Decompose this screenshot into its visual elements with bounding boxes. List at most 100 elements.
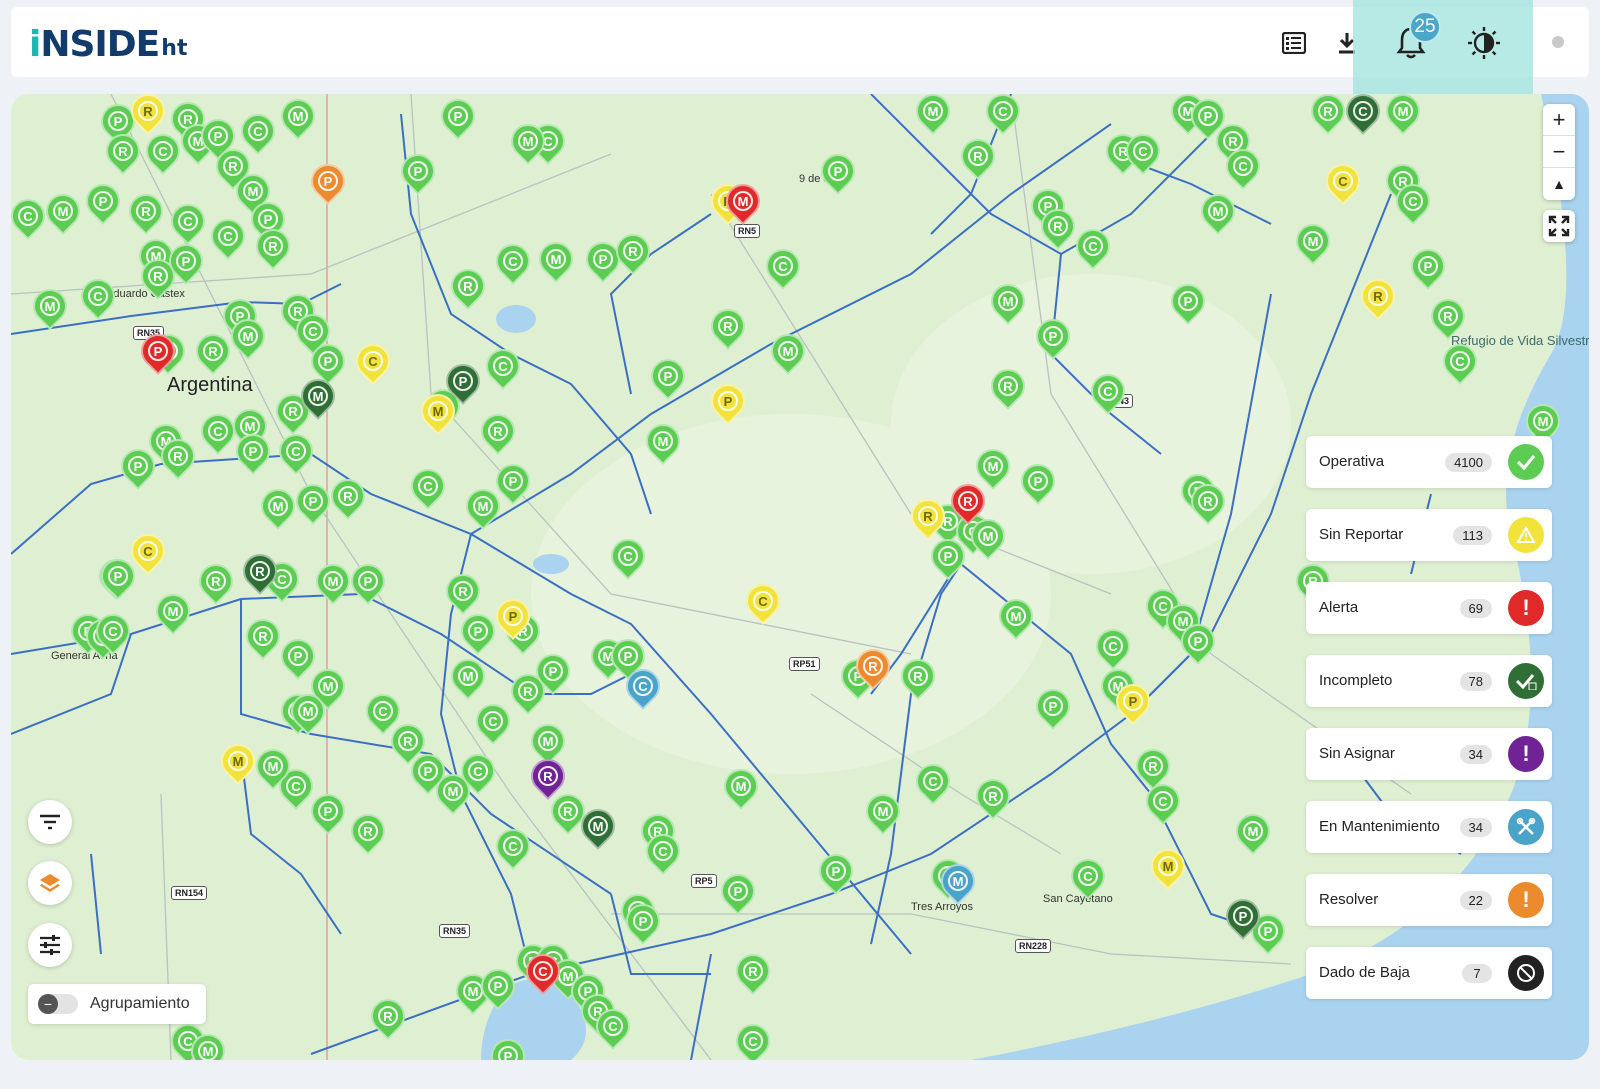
table-view-button[interactable]: [1274, 23, 1314, 63]
map-marker-operativa[interactable]: C: [638, 826, 688, 878]
map-marker-sin-reportar[interactable]: P: [703, 376, 753, 428]
map-marker-operativa[interactable]: C: [1218, 141, 1268, 193]
map-marker-operativa[interactable]: M: [983, 276, 1033, 328]
zoom-in-button[interactable]: +: [1543, 104, 1575, 136]
map-marker-operativa[interactable]: C: [88, 606, 138, 658]
map-marker-operativa[interactable]: M: [458, 481, 508, 533]
map-marker-operativa[interactable]: R: [188, 326, 238, 378]
map-marker-operativa[interactable]: M: [273, 94, 323, 143]
map-marker-operativa[interactable]: M: [531, 234, 581, 286]
map-marker-mantenimiento[interactable]: M: [933, 856, 983, 908]
zoom-out-button[interactable]: −: [1543, 136, 1575, 168]
layers-button[interactable]: [28, 861, 72, 905]
map-marker-operativa[interactable]: C: [1068, 221, 1118, 273]
map-marker-operativa[interactable]: P: [923, 531, 973, 583]
map-marker-operativa[interactable]: P: [1013, 456, 1063, 508]
map-marker-operativa[interactable]: M: [1228, 806, 1278, 858]
map-marker-operativa[interactable]: M: [308, 556, 358, 608]
map-marker-operativa[interactable]: P: [811, 846, 861, 898]
map-marker-sin-reportar[interactable]: C: [738, 576, 788, 628]
map-marker-operativa[interactable]: M: [1378, 94, 1428, 138]
map-marker-operativa[interactable]: P: [228, 426, 278, 478]
map-marker-operativa[interactable]: P: [433, 94, 483, 143]
legend-item-dado-de-baja[interactable]: Dado de Baja 7: [1306, 947, 1552, 999]
map-marker-operativa[interactable]: R: [343, 806, 393, 858]
map-marker-operativa[interactable]: R: [1303, 94, 1353, 138]
map-marker-operativa[interactable]: M: [858, 786, 908, 838]
map-marker-incompleto[interactable]: R: [235, 546, 285, 598]
map-marker-alerta[interactable]: P: [133, 326, 183, 378]
map-marker-sin-reportar[interactable]: P: [488, 591, 538, 643]
map-marker-operativa[interactable]: C: [73, 271, 123, 323]
map-marker-operativa[interactable]: R: [121, 186, 171, 238]
map-marker-operativa[interactable]: M: [443, 651, 493, 703]
map-marker-operativa[interactable]: P: [618, 896, 668, 948]
map-marker-sin-reportar[interactable]: R: [123, 94, 173, 138]
map-marker-operativa[interactable]: M: [1193, 186, 1243, 238]
map-marker-operativa[interactable]: R: [703, 301, 753, 353]
map-marker-operativa[interactable]: C: [1083, 366, 1133, 418]
map-marker-operativa[interactable]: M: [248, 741, 298, 793]
map-marker-operativa[interactable]: P: [1028, 681, 1078, 733]
map-marker-operativa[interactable]: C: [728, 1016, 778, 1060]
map-marker-sin-reportar[interactable]: M: [1143, 841, 1193, 893]
map-marker-operativa[interactable]: P: [288, 476, 338, 528]
map-marker-sin-reportar[interactable]: M: [213, 736, 263, 788]
map-marker-operativa[interactable]: C: [488, 821, 538, 873]
map-marker-mantenimiento[interactable]: C: [618, 661, 668, 713]
map-marker-operativa[interactable]: P: [453, 606, 503, 658]
map-marker-operativa[interactable]: R: [728, 946, 778, 998]
map-marker-incompleto[interactable]: M: [573, 801, 623, 853]
map-marker-operativa[interactable]: C: [11, 191, 53, 243]
map-marker-operativa[interactable]: P: [813, 146, 863, 198]
map-marker-operativa[interactable]: P: [78, 176, 128, 228]
map-marker-sin-reportar[interactable]: R: [1353, 271, 1403, 323]
map-marker-operativa[interactable]: C: [1138, 776, 1188, 828]
map-marker-incompleto[interactable]: C: [1338, 94, 1388, 138]
map-marker-operativa[interactable]: C: [1435, 336, 1485, 388]
map-marker-operativa[interactable]: C: [758, 241, 808, 293]
map-marker-alerta[interactable]: M: [718, 176, 768, 228]
map-marker-operativa[interactable]: M: [38, 186, 88, 238]
map-marker-operativa[interactable]: C: [203, 211, 253, 263]
map-marker-operativa[interactable]: P: [1028, 311, 1078, 363]
map-marker-operativa[interactable]: C: [488, 236, 538, 288]
map-marker-operativa[interactable]: M: [908, 94, 958, 138]
map-marker-operativa[interactable]: R: [953, 131, 1003, 183]
legend-item-sin-asignar[interactable]: Sin Asignar 34 !: [1306, 728, 1552, 780]
legend-item-en-mantenimiento[interactable]: En Mantenimiento 34: [1306, 801, 1552, 853]
map-marker-incompleto[interactable]: M: [293, 371, 343, 423]
map-marker-operativa[interactable]: C: [588, 1001, 638, 1053]
map-marker-operativa[interactable]: M: [763, 326, 813, 378]
map-marker-operativa[interactable]: P: [273, 631, 323, 683]
map-marker-operativa[interactable]: P: [1403, 241, 1453, 293]
map-marker-sin-reportar[interactable]: C: [123, 526, 173, 578]
map-marker-operativa[interactable]: P: [483, 1031, 533, 1060]
map-marker-operativa[interactable]: R: [983, 361, 1033, 413]
map-marker-incompleto[interactable]: P: [1218, 891, 1268, 943]
map-marker-operativa[interactable]: M: [1288, 216, 1338, 268]
map-marker-resolver[interactable]: P: [303, 156, 353, 208]
map-marker-operativa[interactable]: R: [1423, 291, 1473, 343]
map-marker-operativa[interactable]: R: [438, 566, 488, 618]
map-marker-operativa[interactable]: C: [271, 426, 321, 478]
map-marker-operativa[interactable]: C: [1118, 126, 1168, 178]
map-marker-operativa[interactable]: M: [253, 481, 303, 533]
map-marker-operativa[interactable]: M: [223, 311, 273, 363]
map-marker-operativa[interactable]: P: [343, 556, 393, 608]
map-marker-operativa[interactable]: R: [1033, 201, 1083, 253]
map-marker-operativa[interactable]: C: [978, 94, 1028, 138]
legend-item-operativa[interactable]: Operativa 4100: [1306, 436, 1552, 488]
map-marker-operativa[interactable]: R: [248, 221, 298, 273]
map-marker-operativa[interactable]: P: [393, 146, 443, 198]
map-marker-incompleto[interactable]: P: [438, 356, 488, 408]
map-marker-alerta[interactable]: R: [943, 476, 993, 528]
map-marker-operativa[interactable]: C: [163, 196, 213, 248]
filter-button[interactable]: [28, 800, 72, 844]
map-marker-sin-reportar[interactable]: C: [348, 336, 398, 388]
legend-item-sin-reportar[interactable]: Sin Reportar 113: [1306, 509, 1552, 561]
map-marker-operativa[interactable]: C: [403, 461, 453, 513]
app-logo[interactable]: iNSIDE ht: [29, 21, 187, 65]
map-marker-operativa[interactable]: C: [193, 406, 243, 458]
map-marker-resolver[interactable]: R: [848, 641, 898, 693]
